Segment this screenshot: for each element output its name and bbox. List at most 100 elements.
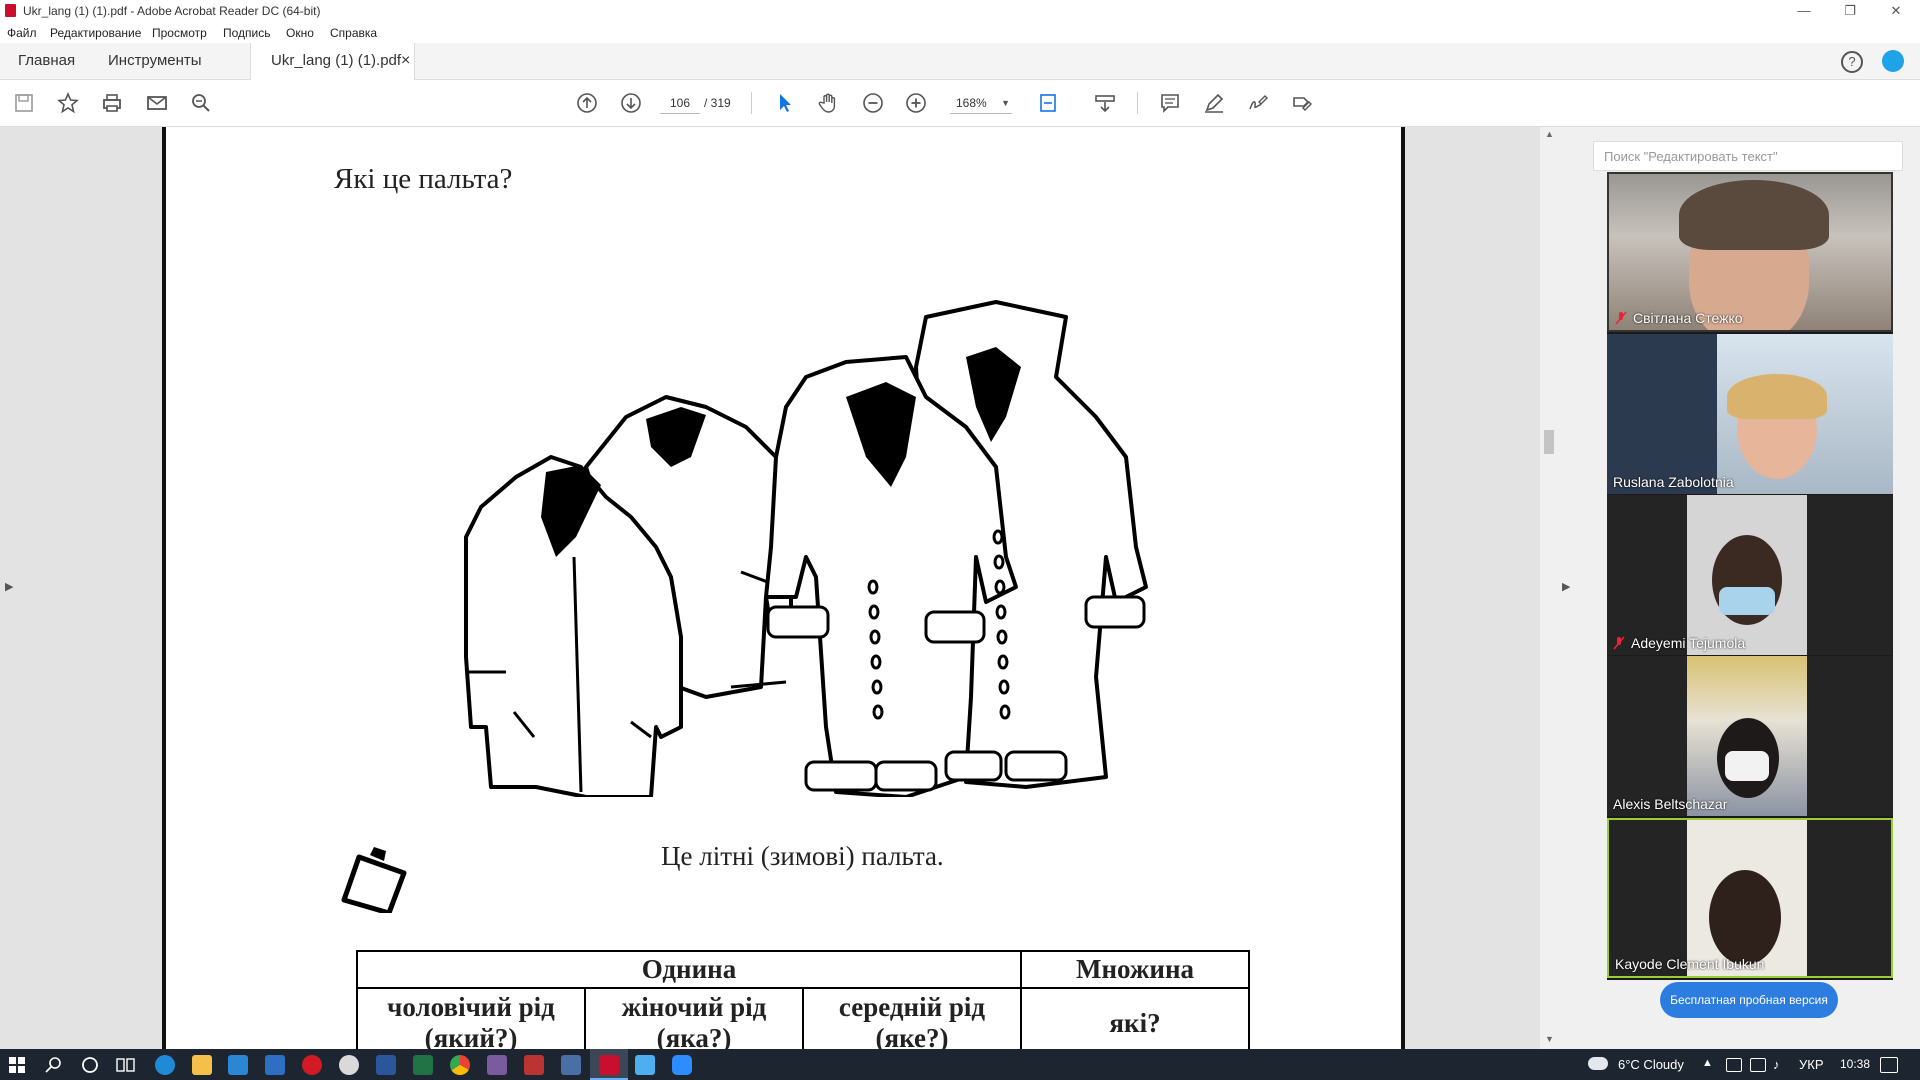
restore-button[interactable]: ❐ (1827, 0, 1873, 22)
wifi-icon[interactable] (1726, 1058, 1742, 1072)
clock-time[interactable]: 10:38 (1840, 1057, 1870, 1071)
document-scrollbar[interactable]: ▲ ▼ (1540, 127, 1558, 1049)
print-icon[interactable] (100, 91, 124, 115)
store-icon[interactable] (228, 1055, 248, 1075)
app-icon[interactable] (635, 1055, 655, 1075)
tab-tools[interactable]: Инструменты (108, 43, 202, 79)
menu-window[interactable]: Окно (286, 26, 314, 40)
participant-name: Adeyemi Tejumola (1631, 635, 1746, 651)
window-title: Ukr_lang (1) (1).pdf - Adobe Acrobat Rea… (23, 4, 321, 18)
opera-icon[interactable] (302, 1055, 322, 1075)
toolbar-divider (751, 92, 752, 114)
page-caption: Це літні (зимові) пальта. (661, 841, 944, 871)
table-head-singular: Однина (356, 950, 1022, 989)
taskbar-active-acrobat[interactable] (590, 1049, 628, 1080)
highlight-pen-icon[interactable] (1202, 91, 1226, 115)
document-viewport[interactable]: ▶ Які це пальта? Це літні (зимові) пальт… (0, 127, 1577, 1059)
network-icon[interactable] (1750, 1058, 1766, 1072)
acrobat-app-icon (5, 4, 16, 17)
media-player-icon[interactable] (339, 1055, 359, 1075)
participant-face (1709, 870, 1781, 965)
zoom-in-icon[interactable] (904, 91, 928, 115)
participant-tile[interactable]: Adeyemi Tejumola (1607, 495, 1893, 655)
email-icon[interactable] (145, 91, 169, 115)
scroll-mode-icon[interactable] (1093, 91, 1117, 115)
notifications-icon[interactable] (1880, 1057, 1898, 1073)
mail-icon[interactable] (265, 1055, 285, 1075)
app-icon[interactable] (561, 1055, 581, 1075)
tab-document-label: Ukr_lang (1) (1).pdf (271, 52, 402, 69)
muted-mic-icon (1613, 636, 1625, 650)
cortana-icon[interactable] (81, 1056, 99, 1074)
face-mask (1719, 587, 1775, 615)
search-icon[interactable] (45, 1056, 63, 1074)
zoom-out-icon[interactable] (861, 91, 885, 115)
word-icon[interactable] (376, 1055, 396, 1075)
task-view-icon[interactable] (116, 1056, 136, 1074)
face-mask (1725, 751, 1769, 781)
windows-taskbar: 6°C Cloudy ▲ ♪ УКР 10:38 (0, 1049, 1920, 1080)
zoom-level-value: 168% (956, 96, 987, 110)
participant-tile[interactable]: Світлана Стежко (1607, 172, 1893, 332)
clipboard-icon (341, 847, 407, 913)
participant-name: Alexis Beltschazar (1613, 796, 1728, 812)
grammar-table: Однина Множина чоловічий рід (який?) жін… (356, 950, 1250, 1059)
search-zoom-icon[interactable] (189, 91, 213, 115)
language-indicator[interactable]: УКР (1799, 1057, 1824, 1072)
tab-document[interactable]: Ukr_lang (1) (1).pdf × (250, 43, 415, 80)
left-panel-toggle-icon[interactable]: ▶ (5, 580, 13, 593)
tab-home[interactable]: Главная (18, 43, 75, 79)
hand-icon[interactable] (817, 91, 841, 115)
menu-sign[interactable]: Подпись (223, 26, 271, 40)
tools-search-input[interactable]: Поиск "Редактировать текст" (1593, 141, 1903, 171)
menu-help[interactable]: Справка (330, 26, 377, 40)
table-col-plural: які? (1020, 987, 1250, 1059)
weather-text[interactable]: 6°C Cloudy (1618, 1057, 1684, 1072)
participant-name: Світлана Стежко (1633, 310, 1743, 326)
participant-tile-active-speaker[interactable]: Kayode Clement Ibukun (1607, 818, 1893, 978)
comment-icon[interactable] (1158, 91, 1182, 115)
edit-icon[interactable] (1290, 91, 1314, 115)
scroll-up-icon[interactable]: ▲ (1545, 129, 1554, 139)
page-number-input[interactable]: 106 (660, 93, 700, 114)
scroll-down-icon[interactable]: ▼ (1545, 1034, 1554, 1044)
save-icon[interactable] (12, 91, 36, 115)
windows-start-icon[interactable] (9, 1057, 25, 1073)
chrome-icon[interactable] (450, 1055, 470, 1075)
volume-icon[interactable]: ♪ (1773, 1057, 1780, 1072)
toolbar-divider (1137, 92, 1138, 114)
video-participants-strip: Світлана Стежко Ruslana Zabolotnia Adeye… (1607, 172, 1893, 980)
file-explorer-icon[interactable] (192, 1055, 212, 1075)
right-panel-toggle-icon[interactable]: ▶ (1562, 580, 1570, 593)
page-down-icon[interactable] (619, 91, 643, 115)
help-icon[interactable]: ? (1841, 51, 1863, 73)
app-icon[interactable] (487, 1055, 507, 1075)
participant-tile[interactable]: Ruslana Zabolotnia (1607, 334, 1893, 494)
zoom-level-select[interactable]: 168% ▼ (950, 93, 1012, 114)
excel-icon[interactable] (413, 1055, 433, 1075)
tray-chevron-icon[interactable]: ▲ (1702, 1057, 1713, 1069)
pdf-page: Які це пальта? Це літні (зимові) пальта.… (162, 127, 1405, 1059)
fit-page-icon[interactable] (1037, 91, 1061, 115)
page-up-icon[interactable] (575, 91, 599, 115)
free-trial-button[interactable]: Бесплатная пробная версия (1660, 982, 1838, 1018)
page-total: / 319 (704, 96, 731, 110)
participant-tile[interactable]: Alexis Beltschazar (1607, 656, 1893, 816)
scrollbar-thumb[interactable] (1544, 430, 1554, 454)
zoom-icon[interactable] (672, 1055, 692, 1075)
app-icon[interactable] (524, 1055, 544, 1075)
account-avatar[interactable] (1882, 50, 1904, 72)
select-arrow-icon[interactable] (773, 91, 797, 115)
participant-name: Ruslana Zabolotnia (1613, 474, 1734, 490)
menu-edit[interactable]: Редактирование (50, 26, 141, 40)
minimize-button[interactable]: — (1781, 0, 1827, 22)
menu-file[interactable]: Файл (7, 26, 37, 40)
bookmark-star-icon[interactable] (56, 91, 80, 115)
menu-view[interactable]: Просмотр (152, 26, 207, 40)
close-window-button[interactable]: ✕ (1873, 0, 1919, 22)
title-bar: Ukr_lang (1) (1).pdf - Adobe Acrobat Rea… (0, 0, 1920, 22)
acrobat-taskbar-icon (599, 1055, 619, 1075)
edge-icon[interactable] (155, 1055, 175, 1075)
sign-icon[interactable] (1246, 91, 1270, 115)
tab-close-icon[interactable]: × (401, 43, 410, 79)
